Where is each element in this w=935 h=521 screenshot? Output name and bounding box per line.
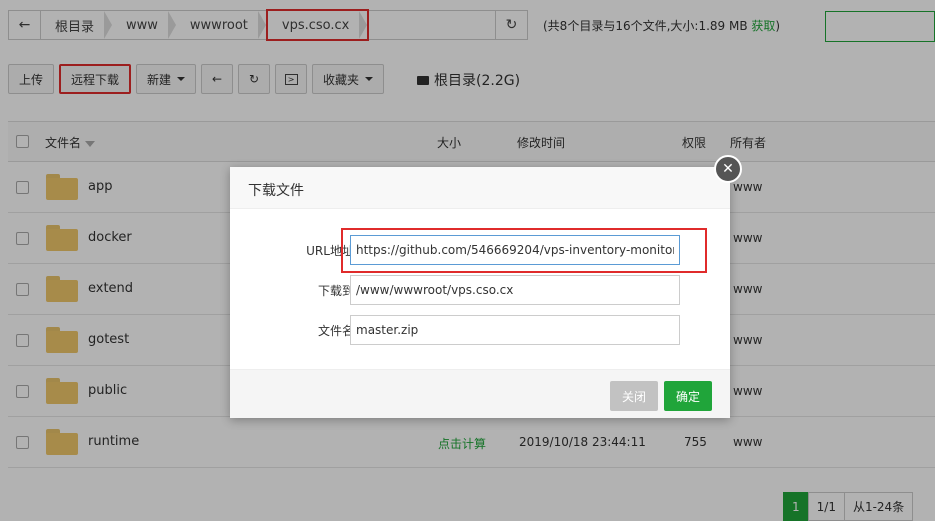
url-row: URL地址: — [230, 228, 730, 273]
close-button[interactable]: 关闭 — [610, 381, 659, 411]
destination-input[interactable] — [350, 275, 680, 305]
url-highlight-box — [341, 228, 707, 273]
close-icon[interactable]: ✕ — [714, 155, 742, 183]
dialog-footer: 关闭 确定 — [230, 369, 730, 418]
download-file-dialog: 下载文件 URL地址: 下载到: 文件名: 关闭 确定 — [230, 167, 730, 418]
destination-row: 下载到: — [230, 275, 730, 305]
filename-input[interactable] — [350, 315, 680, 345]
filename-row: 文件名: — [230, 315, 730, 345]
dialog-title: 下载文件 — [230, 167, 730, 209]
confirm-button[interactable]: 确定 — [664, 381, 713, 411]
